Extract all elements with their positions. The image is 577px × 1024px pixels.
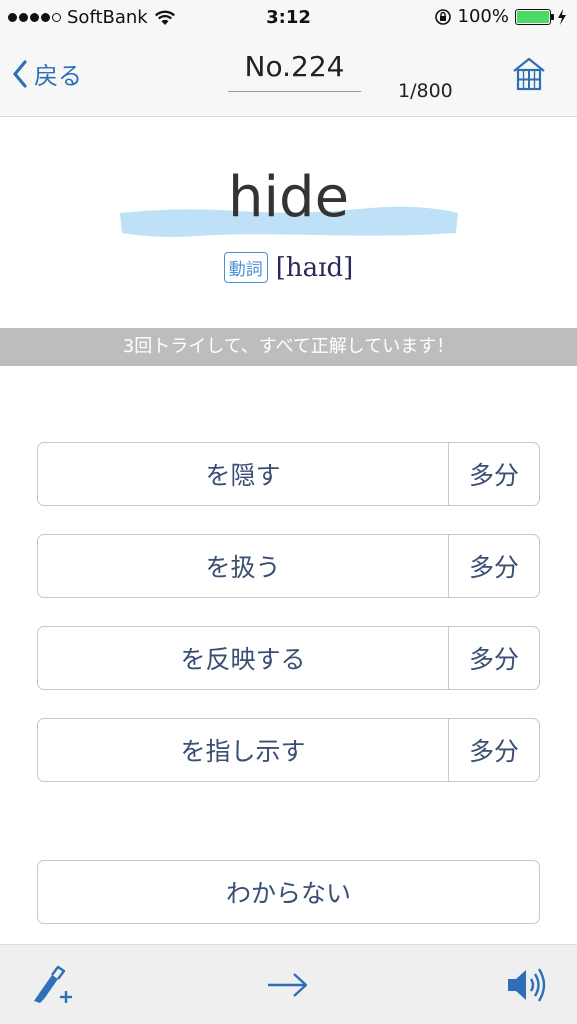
battery-icon — [515, 8, 554, 25]
pronunciation: [haɪd] — [275, 252, 354, 283]
navigation-bar: 戻る No.224 1/800 — [0, 38, 577, 117]
answer-button[interactable]: を扱う — [38, 535, 448, 597]
home-button[interactable] — [511, 56, 547, 96]
maybe-button[interactable]: 多分 — [448, 443, 539, 505]
home-icon — [513, 57, 545, 91]
audio-button[interactable] — [506, 967, 548, 1007]
highlighter-add-icon — [34, 965, 72, 1003]
maybe-button[interactable]: 多分 — [448, 535, 539, 597]
maybe-button[interactable]: 多分 — [448, 719, 539, 781]
orientation-lock-icon — [434, 8, 451, 25]
page-title: No.224 — [228, 50, 361, 92]
progress-counter: 1/800 — [398, 80, 453, 102]
next-button[interactable] — [266, 971, 310, 1003]
highlighter-button[interactable] — [28, 965, 74, 1009]
charging-bolt-icon — [558, 8, 566, 25]
arrow-right-icon — [268, 973, 308, 997]
vocabulary-word: hide — [227, 165, 350, 230]
speaker-icon — [508, 968, 546, 1002]
back-label: 戻る — [34, 62, 82, 90]
battery-percent: 100% — [457, 6, 509, 27]
answer-button[interactable]: を反映する — [38, 627, 448, 689]
answer-button[interactable]: を指し示す — [38, 719, 448, 781]
answer-option-3: を反映する 多分 — [37, 626, 540, 690]
word-details: 動詞 [haɪd] — [0, 252, 577, 283]
answer-option-4: を指し示す 多分 — [37, 718, 540, 782]
answer-option-2: を扱う 多分 — [37, 534, 540, 598]
answer-option-1: を隠す 多分 — [37, 442, 540, 506]
status-bar: SoftBank 3:12 100% — [0, 0, 577, 38]
chevron-left-icon — [13, 59, 27, 88]
answer-button[interactable]: を隠す — [38, 443, 448, 505]
part-of-speech-badge: 動詞 — [223, 252, 268, 283]
back-button[interactable]: 戻る — [12, 56, 82, 91]
status-right: 100% — [434, 6, 567, 27]
screen: SoftBank 3:12 100% 戻る No.224 1/800 hide … — [0, 0, 577, 1024]
bottom-toolbar — [0, 944, 577, 1024]
dont-know-button[interactable]: わからない — [37, 860, 540, 924]
status-message: 3回トライして、すべて正解しています！ — [0, 328, 577, 366]
maybe-button[interactable]: 多分 — [448, 627, 539, 689]
